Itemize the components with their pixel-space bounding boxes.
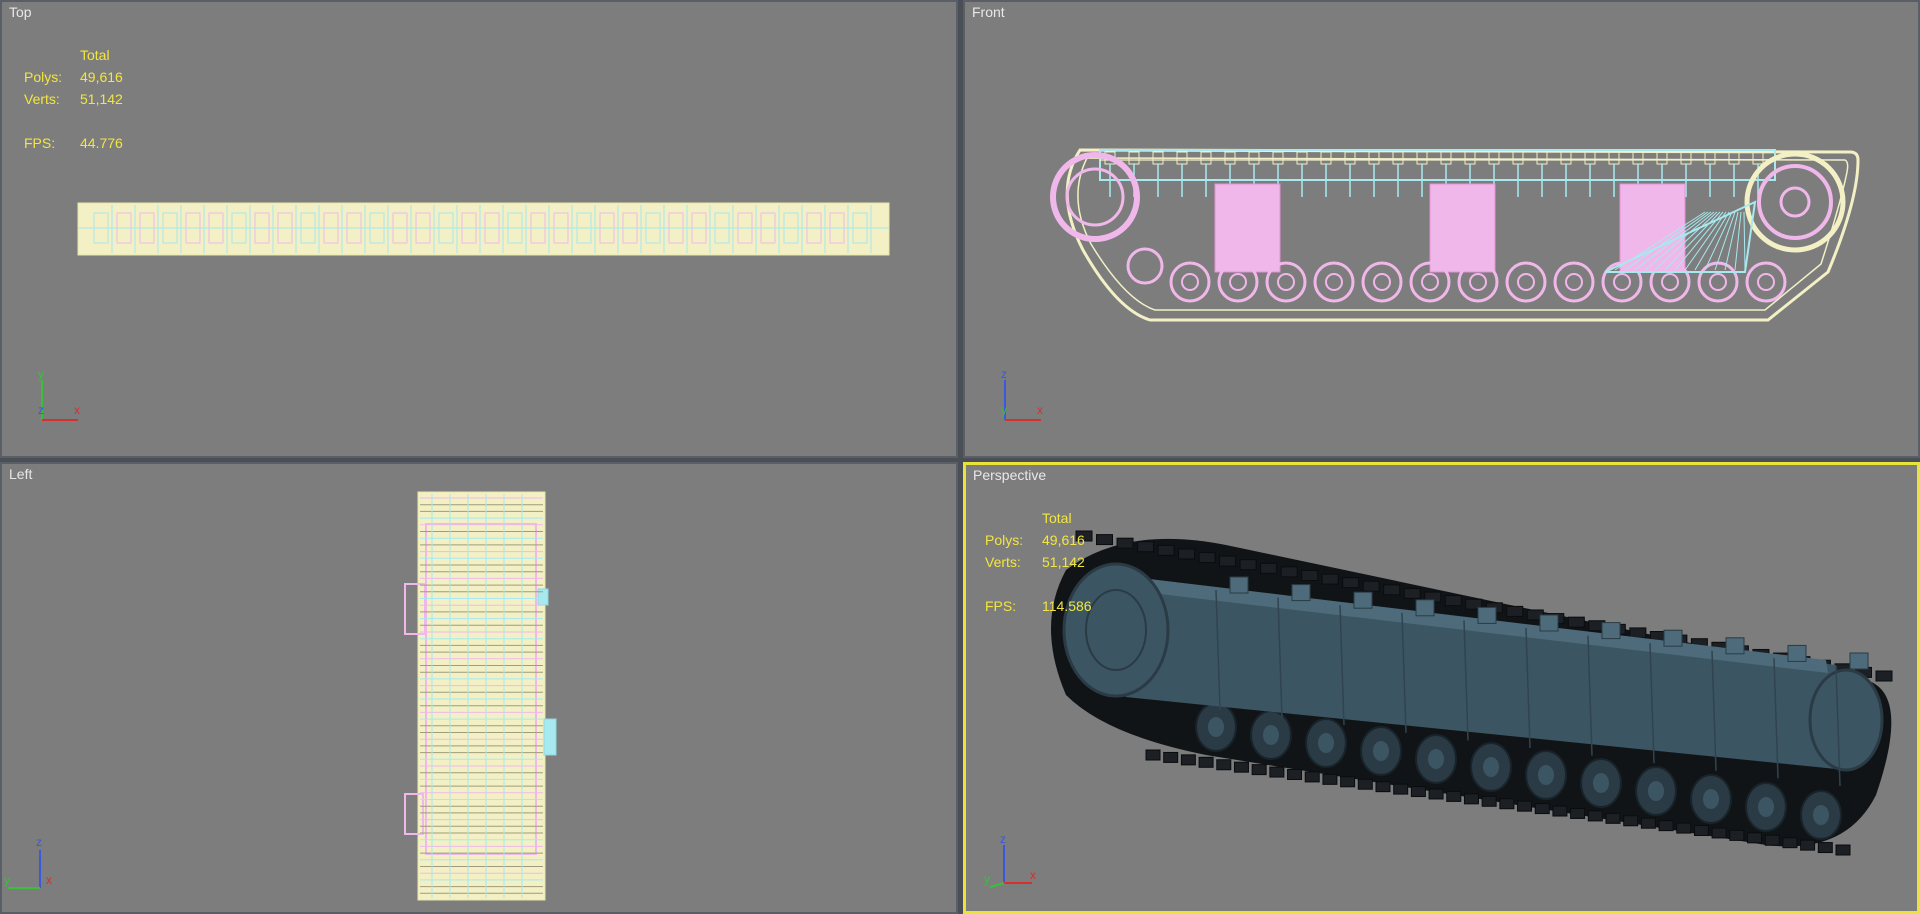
viewport-front[interactable]: Front z y x	[963, 0, 1920, 458]
wireframe-top-view[interactable]	[2, 2, 958, 458]
polys-value: 49,616	[1042, 532, 1085, 548]
axis-label-depth: y	[984, 872, 990, 886]
axis-gizmo-perspective: z y x	[984, 832, 1036, 888]
viewport-top[interactable]: Top Total Polys: 49,616 Verts: 51,142 FPS:…	[0, 0, 958, 458]
shaded-perspective-view[interactable]	[966, 465, 1920, 914]
axis-label-right: x	[1030, 868, 1036, 882]
axis-label-up: y	[38, 367, 44, 381]
viewport-perspective[interactable]: Perspective Total Polys: 49,616 Verts: 51,…	[963, 462, 1920, 914]
wireframe-left-view[interactable]	[2, 464, 958, 914]
axis-label-up: z	[36, 835, 42, 849]
axis-label-depth: x	[46, 873, 52, 887]
axis-label-up: z	[1001, 367, 1007, 381]
axis-label-depth: y	[1001, 403, 1007, 417]
axis-label-depth: z	[38, 403, 44, 417]
axis-label-right: y	[4, 873, 10, 887]
axis-gizmo-top: y z x	[38, 367, 80, 421]
verts-value: 51,142	[1042, 554, 1085, 570]
axis-gizmo-front: z y x	[1001, 367, 1043, 421]
axis-label-right: x	[74, 403, 80, 417]
wireframe-front-view[interactable]	[965, 2, 1920, 458]
fps-label: FPS:	[985, 598, 1017, 614]
polys-label: Polys:	[985, 532, 1024, 548]
verts-label: Verts:	[985, 554, 1021, 570]
axis-gizmo-left: z x y	[4, 835, 52, 889]
axis-label-right: x	[1037, 403, 1043, 417]
stats-total-header: Total	[1042, 510, 1072, 526]
viewport-left[interactable]: Left z x y	[0, 462, 958, 914]
fps-value: 114.586	[1042, 598, 1092, 614]
stats-overlay-perspective: Total Polys: 49,616 Verts: 51,142 FPS: 114.…	[985, 507, 1092, 617]
axis-label-up: z	[1000, 832, 1006, 846]
